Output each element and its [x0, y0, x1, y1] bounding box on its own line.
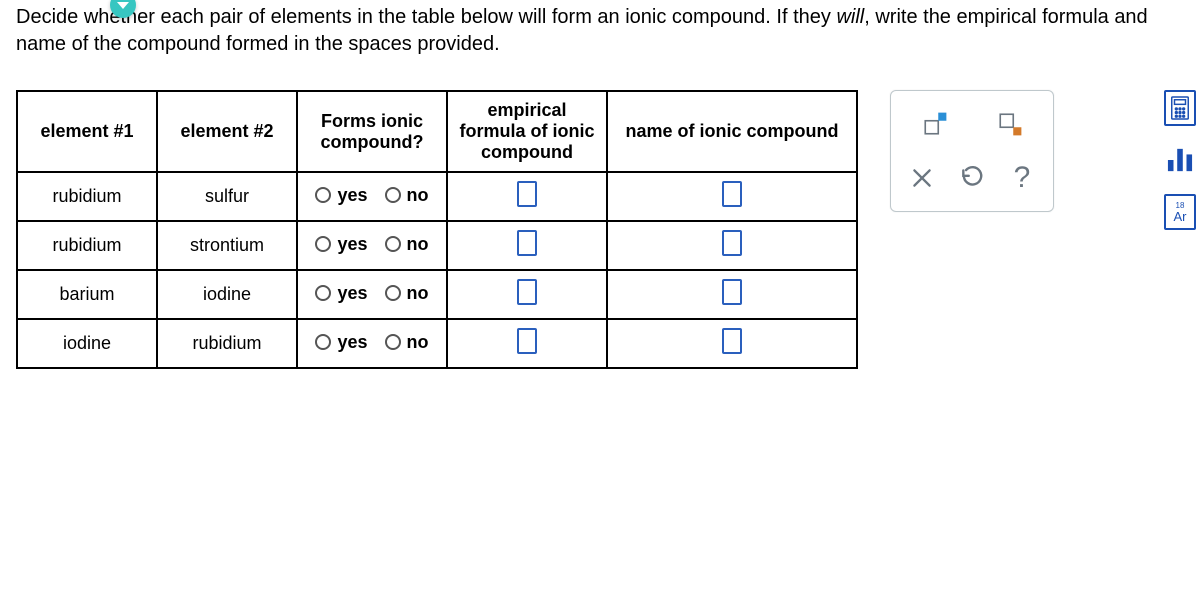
- formula-input[interactable]: [517, 181, 537, 207]
- radio-yes[interactable]: [315, 236, 331, 252]
- cell-element-2: strontium: [157, 221, 297, 270]
- help-icon: ?: [1014, 161, 1031, 195]
- cell-name: [607, 270, 857, 319]
- reset-button[interactable]: [951, 157, 993, 199]
- cell-element-1: iodine: [17, 319, 157, 368]
- formula-input[interactable]: [517, 279, 537, 305]
- right-tool-rail: 18 Ar: [1160, 90, 1200, 230]
- formula-input[interactable]: [517, 328, 537, 354]
- table-row: rubidium sulfur yes no: [17, 172, 857, 221]
- cell-element-1: rubidium: [17, 221, 157, 270]
- question-prompt: Decide whether each pair of elements in …: [0, 0, 1200, 66]
- cell-element-1: barium: [17, 270, 157, 319]
- cell-formula: [447, 172, 607, 221]
- table-row: rubidium strontium yes no: [17, 221, 857, 270]
- name-input[interactable]: [722, 279, 742, 305]
- cell-forms-ionic: yes no: [297, 270, 447, 319]
- name-input[interactable]: [722, 230, 742, 256]
- radio-yes-label: yes: [337, 234, 367, 255]
- cell-element-2: sulfur: [157, 172, 297, 221]
- radio-no[interactable]: [385, 236, 401, 252]
- graph-button[interactable]: [1164, 142, 1196, 178]
- table-row: iodine rubidium yes no: [17, 319, 857, 368]
- header-empirical-formula: empirical formula of ionic compound: [447, 91, 607, 172]
- radio-yes-label: yes: [337, 332, 367, 353]
- radio-no[interactable]: [385, 187, 401, 203]
- cell-forms-ionic: yes no: [297, 319, 447, 368]
- periodic-table-button[interactable]: 18 Ar: [1164, 194, 1196, 230]
- cell-forms-ionic: yes no: [297, 172, 447, 221]
- subscript-button[interactable]: [989, 103, 1031, 145]
- table-row: barium iodine yes no: [17, 270, 857, 319]
- radio-no-label: no: [407, 185, 429, 206]
- radio-no[interactable]: [385, 334, 401, 350]
- radio-no-label: no: [407, 332, 429, 353]
- pt-symbol: Ar: [1174, 210, 1187, 223]
- cell-element-2: rubidium: [157, 319, 297, 368]
- cell-name: [607, 319, 857, 368]
- superscript-button[interactable]: [914, 103, 956, 145]
- header-element-2: element #2: [157, 91, 297, 172]
- answer-table: element #1 element #2 Forms ionic compou…: [16, 90, 858, 369]
- cell-element-1: rubidium: [17, 172, 157, 221]
- radio-yes[interactable]: [315, 285, 331, 301]
- radio-no-label: no: [407, 234, 429, 255]
- cell-name: [607, 221, 857, 270]
- name-input[interactable]: [722, 328, 742, 354]
- radio-no[interactable]: [385, 285, 401, 301]
- help-button[interactable]: ?: [1001, 157, 1043, 199]
- calculator-button[interactable]: [1164, 90, 1196, 126]
- cell-forms-ionic: yes no: [297, 221, 447, 270]
- name-input[interactable]: [722, 181, 742, 207]
- equation-toolbox: ?: [890, 90, 1054, 212]
- clear-button[interactable]: [901, 157, 943, 199]
- header-forms-ionic: Forms ionic compound?: [297, 91, 447, 172]
- header-element-1: element #1: [17, 91, 157, 172]
- prompt-em: will: [836, 6, 864, 28]
- cell-element-2: iodine: [157, 270, 297, 319]
- cell-formula: [447, 270, 607, 319]
- radio-yes[interactable]: [315, 334, 331, 350]
- radio-no-label: no: [407, 283, 429, 304]
- cell-formula: [447, 221, 607, 270]
- formula-input[interactable]: [517, 230, 537, 256]
- radio-yes-label: yes: [337, 283, 367, 304]
- radio-yes[interactable]: [315, 187, 331, 203]
- header-compound-name: name of ionic compound: [607, 91, 857, 172]
- cell-name: [607, 172, 857, 221]
- radio-yes-label: yes: [337, 185, 367, 206]
- prompt-text-pre: Decide whether each pair of elements in …: [16, 6, 836, 28]
- cell-formula: [447, 319, 607, 368]
